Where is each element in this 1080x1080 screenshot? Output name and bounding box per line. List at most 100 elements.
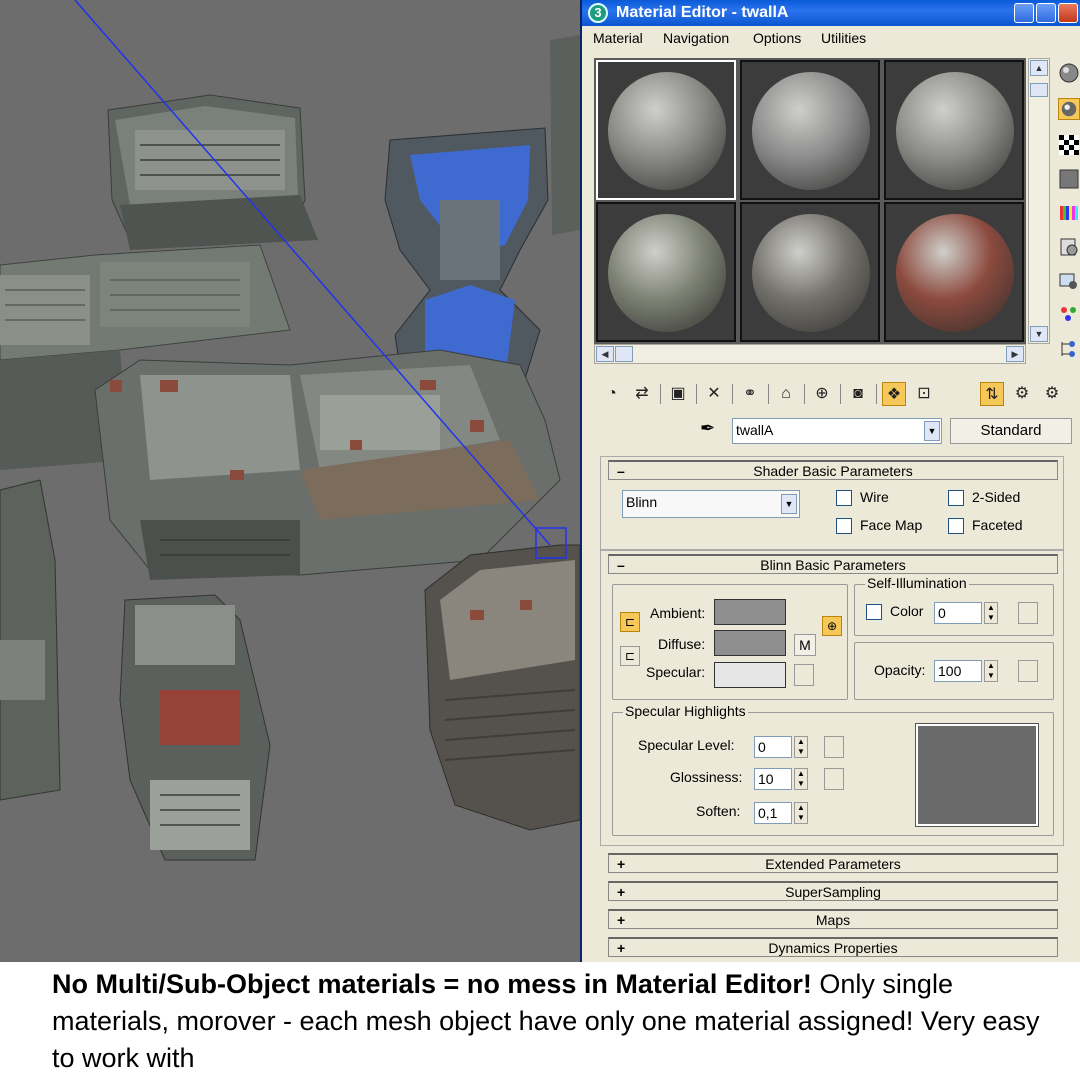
get-material-icon[interactable]: ◔ xyxy=(600,382,624,406)
specular-highlights-title: Specular Highlights xyxy=(623,703,748,719)
chevron-down-icon[interactable]: ▼ xyxy=(924,421,940,441)
sample-slot-4[interactable] xyxy=(596,202,736,342)
shader-basic-header[interactable]: – Shader Basic Parameters xyxy=(608,460,1058,480)
side-toolbar xyxy=(1054,58,1080,368)
two-sided-checkbox[interactable] xyxy=(948,490,964,506)
select-by-material-icon[interactable] xyxy=(1058,304,1080,326)
self-illum-spinner[interactable]: ▲ ▼ xyxy=(984,602,998,624)
diffuse-specular-lock-icon[interactable]: ⊏ xyxy=(620,646,640,666)
sample-slots-horizontal-scrollbar[interactable]: ◀ ▶ xyxy=(594,344,1026,364)
options-icon[interactable] xyxy=(1058,270,1080,292)
video-color-check-icon[interactable] xyxy=(1058,202,1080,224)
reset-map-icon[interactable]: ✕ xyxy=(702,382,726,406)
self-illum-value-input[interactable]: 0 xyxy=(934,602,982,624)
specular-level-map-button[interactable] xyxy=(824,736,844,758)
make-preview-icon[interactable] xyxy=(1058,236,1080,258)
expand-icon: + xyxy=(617,940,626,956)
glossiness-label: Glossiness: xyxy=(670,769,743,785)
wire-checkbox[interactable] xyxy=(836,490,852,506)
show-map-in-viewport-icon[interactable]: ◙ xyxy=(846,382,870,406)
backlight-icon[interactable] xyxy=(1058,98,1080,120)
self-illum-color-checkbox[interactable] xyxy=(866,604,882,620)
uv-tiling-icon[interactable] xyxy=(1058,168,1080,190)
faceted-checkbox[interactable] xyxy=(948,518,964,534)
diffuse-map-button[interactable]: M xyxy=(794,634,816,656)
material-name-row: ✒ twallA ▼ Standard xyxy=(582,416,1080,446)
material-type-button[interactable]: Standard xyxy=(950,418,1072,444)
pick-material-icon[interactable]: ✒ xyxy=(700,418,715,439)
sample-slot-5[interactable] xyxy=(740,202,880,342)
sample-slots-vertical-scrollbar[interactable]: ▲ ▼ xyxy=(1028,58,1050,344)
material-effects-icon[interactable]: ⚙ xyxy=(1040,382,1064,406)
sample-type-icon[interactable] xyxy=(1058,62,1080,84)
self-illum-color-label: Color xyxy=(890,603,924,619)
go-to-parent-icon[interactable]: ⇅ xyxy=(980,382,1004,406)
material-id-channel-icon[interactable]: ⊕ xyxy=(810,382,834,406)
menu-options[interactable]: Options xyxy=(753,30,801,46)
self-illum-map-button[interactable] xyxy=(1018,602,1038,624)
background-icon[interactable] xyxy=(1058,134,1080,156)
menu-material[interactable]: Material xyxy=(593,30,643,46)
shader-type-select[interactable]: Blinn ▼ xyxy=(622,490,800,518)
scroll-left-icon[interactable]: ◀ xyxy=(596,346,614,362)
soften-spinner[interactable]: ▲ ▼ xyxy=(794,802,808,824)
specular-level-spinner[interactable]: ▲ ▼ xyxy=(794,736,808,758)
ambient-diffuse-lock-icon[interactable]: ⊏ xyxy=(620,612,640,632)
material-sphere xyxy=(752,72,870,190)
scroll-down-icon[interactable]: ▼ xyxy=(1030,326,1048,342)
go-forward-to-sibling-icon[interactable]: ⚙ xyxy=(1010,382,1034,406)
glossiness-spinner[interactable]: ▲ ▼ xyxy=(794,768,808,790)
scroll-up-icon[interactable]: ▲ xyxy=(1030,60,1048,76)
face-map-label: Face Map xyxy=(860,517,923,533)
glossiness-input[interactable]: 10 xyxy=(754,768,792,790)
opacity-input[interactable]: 100 xyxy=(934,660,982,682)
material-name-field[interactable]: twallA ▼ xyxy=(732,418,942,444)
sample-slot-3[interactable] xyxy=(884,60,1024,200)
lock-icon[interactable]: ⊕ xyxy=(822,616,842,636)
3d-viewport[interactable] xyxy=(0,0,580,962)
specular-color-swatch[interactable] xyxy=(714,662,786,688)
put-to-library-icon[interactable]: ⌂ xyxy=(774,382,798,406)
close-button[interactable] xyxy=(1058,3,1078,23)
menu-navigation[interactable]: Navigation xyxy=(663,30,729,46)
show-end-result-icon-alt[interactable]: ⊡ xyxy=(912,382,936,406)
scroll-right-icon[interactable]: ▶ xyxy=(1006,346,1024,362)
sample-slot-6[interactable] xyxy=(884,202,1024,342)
opacity-spinner[interactable]: ▲ ▼ xyxy=(984,660,998,682)
sample-slot-1[interactable] xyxy=(596,60,736,200)
opacity-map-button[interactable] xyxy=(1018,660,1038,682)
material-sphere xyxy=(608,214,726,332)
put-to-scene-icon[interactable]: ⇄ xyxy=(630,382,654,406)
extended-parameters-header[interactable]: + Extended Parameters xyxy=(608,853,1058,873)
face-map-checkbox[interactable] xyxy=(836,518,852,534)
material-map-navigator-icon[interactable] xyxy=(1058,338,1080,360)
menu-utilities[interactable]: Utilities xyxy=(821,30,866,46)
minimize-button[interactable] xyxy=(1014,3,1034,23)
soften-label: Soften: xyxy=(696,803,741,819)
faceted-label: Faceted xyxy=(972,517,1023,533)
make-unique-icon[interactable]: ⚭ xyxy=(738,382,762,406)
specular-map-button[interactable] xyxy=(794,664,814,686)
collapse-icon: – xyxy=(617,463,625,479)
supersampling-header[interactable]: + SuperSampling xyxy=(608,881,1058,901)
sample-slot-2[interactable] xyxy=(740,60,880,200)
sample-slots-grid xyxy=(594,58,1026,344)
glossiness-map-button[interactable] xyxy=(824,768,844,790)
dynamics-properties-header[interactable]: + Dynamics Properties xyxy=(608,937,1058,957)
soften-input[interactable]: 0,1 xyxy=(754,802,792,824)
scroll-thumb[interactable] xyxy=(1030,83,1048,97)
maps-header[interactable]: + Maps xyxy=(608,909,1058,929)
ambient-color-swatch[interactable] xyxy=(714,599,786,625)
title-bar[interactable]: 3 Material Editor - twallA xyxy=(582,0,1080,26)
viewport-scene xyxy=(0,0,580,861)
material-sphere xyxy=(608,72,726,190)
diffuse-color-swatch[interactable] xyxy=(714,630,786,656)
assign-material-icon[interactable]: ▣ xyxy=(666,382,690,406)
specular-level-input[interactable]: 0 xyxy=(754,736,792,758)
show-end-result-icon[interactable]: ❖ xyxy=(882,382,906,406)
specular-level-label: Specular Level: xyxy=(638,737,735,753)
scroll-thumb[interactable] xyxy=(615,346,633,362)
maximize-button[interactable] xyxy=(1036,3,1056,23)
chevron-down-icon[interactable]: ▼ xyxy=(781,494,797,514)
blinn-basic-header[interactable]: – Blinn Basic Parameters xyxy=(608,554,1058,574)
